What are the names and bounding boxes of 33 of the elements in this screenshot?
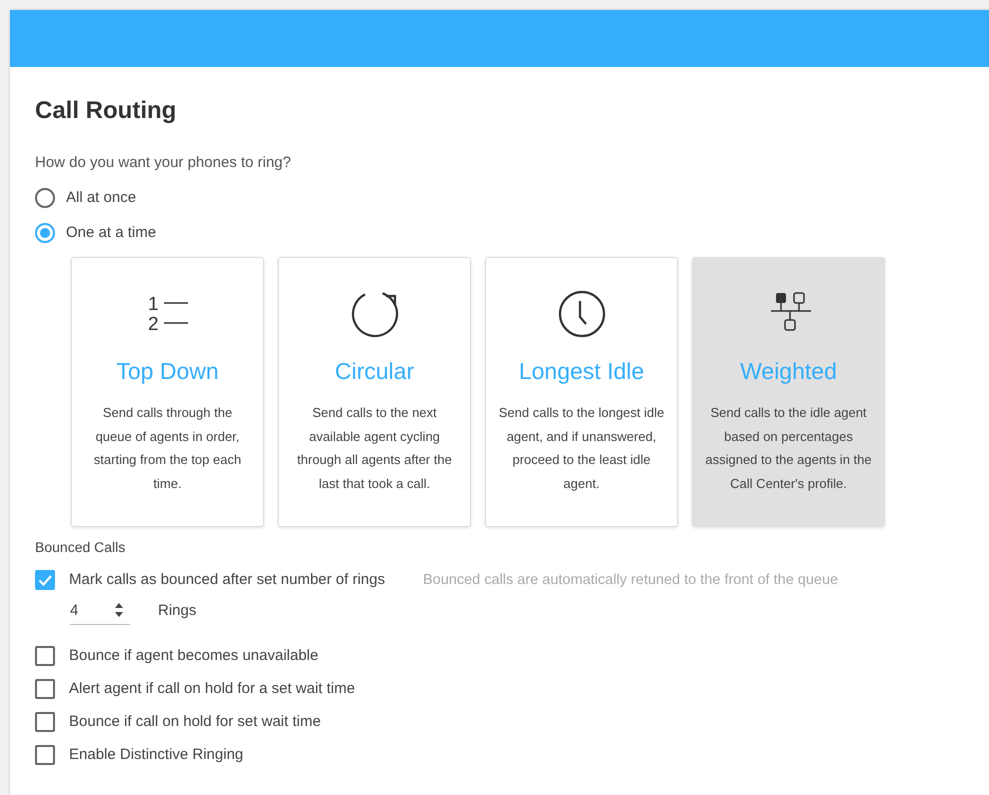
strategy-card[interactable]: Longest Idle Send calls to the longest idle agent, and if unanswered, proceed to the least idle agent. — [485, 257, 678, 527]
checkbox[interactable] — [35, 712, 55, 732]
page-title: Call Routing — [35, 97, 178, 125]
radio-button[interactable] — [35, 188, 55, 208]
card-title: Circular — [334, 358, 414, 385]
strategy-card[interactable]: Circular Send calls to the next available agent cycling through all agents after the last that took a call. — [278, 257, 471, 527]
checkbox[interactable] — [35, 646, 55, 666]
checkbox[interactable] — [35, 744, 55, 764]
card-title: Top Down — [116, 358, 219, 385]
question-label: How do you want your phones to ring? — [35, 154, 292, 171]
checkbox[interactable] — [35, 678, 55, 698]
strategy-card[interactable]: Weighted Send calls to the idle agent based on percentages assigned to the agents in the Call Center's profile. — [692, 257, 885, 527]
card-description: Send calls through the queue of agents in order, starting from the top each time. — [92, 404, 242, 492]
checkbox[interactable] — [35, 570, 55, 590]
radio-label: One at a time — [66, 224, 156, 241]
checkbox-label: Mark calls as bounced after set number of rings — [69, 571, 385, 588]
card-title: Longest Idle — [518, 358, 644, 385]
checkbox-label: Bounce if call on hold for set wait time — [69, 713, 321, 730]
card-description: Send calls to the idle agent based on percentages assigned to the agents in the Call Center's profile. — [705, 404, 872, 493]
card-description: Send calls to the longest idle agent, and if unanswered, proceed to the least idle agent. — [498, 404, 665, 493]
checkbox-label: Enable Distinctive Ringing — [69, 746, 244, 763]
checkbox-label: Alert agent if call on hold for a set wait time — [69, 680, 355, 697]
section-heading: Bounced Calls — [35, 539, 126, 555]
checkbox-label: Bounce if agent becomes unavailable — [69, 647, 318, 664]
card-description: Send calls to the next available agent cycling through all agents after the last that took a call. — [296, 404, 453, 492]
card-title: Weighted — [740, 358, 837, 385]
unit-label: Rings — [158, 602, 196, 619]
hint-text: Bounced calls are automatically retuned to the front of the queue — [422, 572, 838, 588]
radio-label: All at once — [66, 189, 136, 206]
number-field[interactable]: 4 — [70, 596, 130, 625]
stepper-icon[interactable] — [114, 602, 124, 618]
strategy-card[interactable]: 1 2 Top Down Send calls through the queue of agents in order, starting from the top each time. — [71, 257, 264, 527]
radio-button[interactable] — [35, 222, 55, 242]
